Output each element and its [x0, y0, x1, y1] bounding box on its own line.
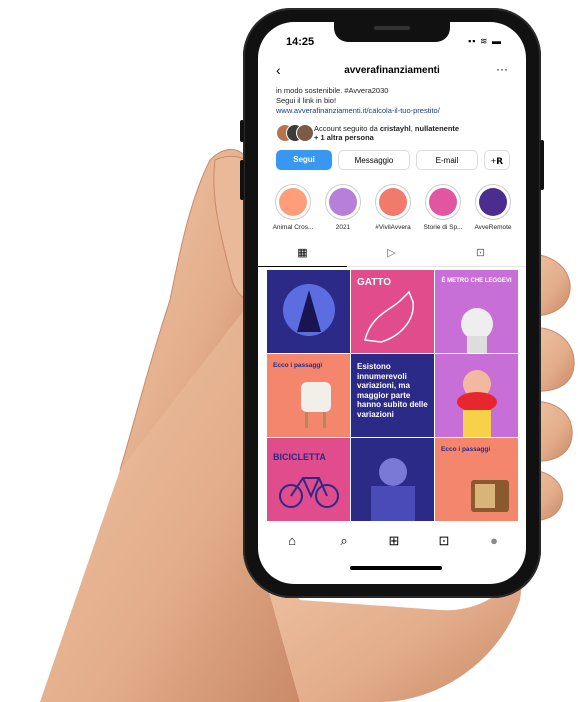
bio-line-1: in modo sostenibile. #Avvera2030: [276, 86, 389, 95]
post-image: [371, 458, 415, 521]
story-highlights: Animal Cros... 2021 #VivilAvvera Storie …: [270, 184, 526, 234]
volume-button: [240, 160, 244, 200]
profile-tabs: ▦ ▷ ⊡: [258, 244, 526, 267]
highlight-ring: [375, 184, 411, 220]
bio-link[interactable]: www.avverafinanziamenti.it/calcola-il-tu…: [276, 106, 516, 116]
highlight-ring: [475, 184, 511, 220]
radio-icon: [471, 480, 509, 512]
more-icon[interactable]: ···: [496, 62, 508, 76]
home-indicator: [350, 566, 442, 570]
follow-button[interactable]: Segui: [276, 150, 332, 170]
followed-prefix: Account seguito da: [314, 124, 380, 133]
profile-username: avverafinanziamenti: [344, 65, 440, 76]
highlight-item[interactable]: Animal Cros...: [270, 184, 316, 231]
message-button[interactable]: Messaggio: [338, 150, 410, 170]
shop-icon[interactable]: ⊡: [434, 533, 454, 553]
highlight-ring: [325, 184, 361, 220]
post-tile[interactable]: Ecco i passaggi: [435, 438, 518, 521]
post-tile[interactable]: Ecco i passaggi: [267, 354, 350, 437]
highlight-label: Animal Cros...: [272, 224, 314, 231]
followed-text: Account seguito da cristayhl, nullatenen…: [314, 124, 459, 142]
side-button: [540, 140, 544, 190]
phone-screen: 14:25 ▪▪ ≋ ▬ ‹ avverafinanziamenti ··· i…: [258, 22, 526, 584]
highlight-cover: [279, 188, 307, 216]
highlight-cover: [379, 188, 407, 216]
post-tile[interactable]: BICICLETTA: [267, 438, 350, 521]
post-tile[interactable]: [351, 438, 434, 521]
profile-avatar-icon[interactable]: ●: [484, 533, 504, 553]
speaker-icon: [374, 26, 410, 30]
chair-icon: [301, 382, 331, 428]
post-tile[interactable]: È METRO CHE LEGGEVI: [435, 270, 518, 353]
tagged-tab-icon[interactable]: ⊡: [436, 246, 525, 259]
bio-line-2: Segui il link in bio!: [276, 96, 337, 105]
post-tile[interactable]: [435, 354, 518, 437]
avatar: [296, 124, 314, 142]
highlight-cover: [429, 188, 457, 216]
grid-tab-icon[interactable]: ▦: [258, 246, 347, 259]
profile-actions: Segui Messaggio E-mail +𝗥: [276, 150, 516, 172]
search-icon[interactable]: ⌕: [334, 533, 354, 553]
followed-name-2: nullatenente: [414, 124, 460, 133]
add-person-button[interactable]: +𝗥: [484, 150, 510, 170]
cat-icon: [364, 290, 414, 343]
post-image: [283, 284, 335, 336]
mute-switch: [240, 120, 244, 142]
bicycle-icon: [279, 477, 339, 508]
status-icons: ▪▪ ≋ ▬: [468, 36, 502, 46]
highlight-label: Storie di Sp...: [423, 224, 463, 231]
post-tile[interactable]: Esistono innumerevoli variazioni, ma mag…: [351, 354, 434, 437]
followed-suffix: + 1 altra persona: [314, 133, 374, 142]
highlight-cover: [329, 188, 357, 216]
highlight-item[interactable]: AvveRemote: [470, 184, 516, 231]
home-icon[interactable]: ⌂: [282, 533, 302, 553]
reels-tab-icon[interactable]: ▷: [347, 246, 436, 259]
profile-header: ‹ avverafinanziamenti ···: [258, 62, 526, 82]
status-time: 14:25: [286, 36, 315, 48]
posts-grid: GATTO È METRO CHE LEGGEVI Ecco i passagg…: [267, 270, 519, 524]
follower-avatars: [276, 124, 314, 142]
scene: 14:25 ▪▪ ≋ ▬ ‹ avverafinanziamenti ··· i…: [0, 0, 578, 702]
followed-name: cristayhl: [379, 124, 411, 133]
email-button[interactable]: E-mail: [416, 150, 478, 170]
post-image: [461, 308, 493, 353]
phone-notch: [334, 20, 450, 42]
highlight-label: 2021: [335, 224, 351, 231]
tab-indicator: [258, 266, 347, 267]
highlight-label: #VivilAvvera: [375, 224, 411, 231]
post-image: [457, 370, 497, 437]
highlight-item[interactable]: 2021: [320, 184, 366, 231]
highlight-ring: [275, 184, 311, 220]
post-tile[interactable]: GATTO: [351, 270, 434, 353]
highlight-ring: [425, 184, 461, 220]
profile-bio: in modo sostenibile. #Avvera2030 Segui i…: [276, 86, 516, 116]
reels-icon[interactable]: ⊞: [384, 533, 404, 553]
bottom-nav: ⌂ ⌕ ⊞ ⊡ ●: [258, 527, 526, 557]
post-tile[interactable]: [267, 270, 350, 353]
followed-by[interactable]: Account seguito da cristayhl, nullatenen…: [276, 122, 516, 144]
highlight-item[interactable]: #VivilAvvera: [370, 184, 416, 231]
highlight-item[interactable]: Storie di Sp...: [420, 184, 466, 231]
highlight-label: AvveRemote: [474, 224, 512, 231]
highlight-cover: [479, 188, 507, 216]
post-caption: Esistono innumerevoli variazioni, ma mag…: [357, 362, 428, 419]
